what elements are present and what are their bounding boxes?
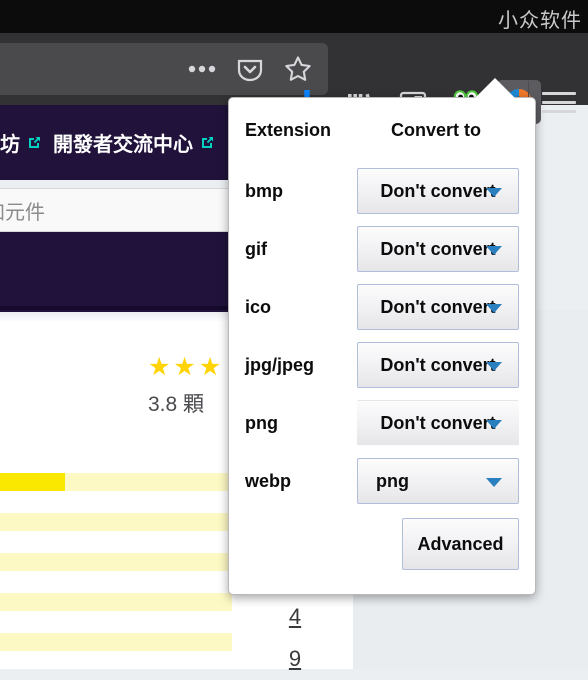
rating-bar-row [0, 593, 232, 611]
chevron-down-icon [486, 188, 502, 197]
rating-count-link[interactable]: 9 [275, 638, 315, 680]
star-icon: ★ [148, 353, 171, 381]
conversion-row-webp: webp png [229, 452, 535, 510]
watermark-text: 小众软件 [498, 10, 582, 32]
browser-titlebar: 小众软件 [0, 0, 588, 33]
advanced-row: Advanced [229, 510, 535, 570]
conversion-row-jpg: jpg/jpeg Don't convert [229, 336, 535, 394]
convert-to-value-png: Don't convert [380, 412, 496, 433]
star-icon: ★ [198, 353, 222, 381]
popup-pointer-arrow [474, 78, 516, 99]
extension-label-jpg: jpg/jpeg [245, 354, 314, 375]
site-nav-link-1-label: 坊 [0, 134, 20, 156]
convert-to-select-bmp[interactable]: Don't convert [357, 168, 519, 214]
convert-to-value-bmp: Don't convert [380, 180, 496, 201]
convert-to-select-jpg[interactable]: Don't convert [357, 342, 519, 388]
popup-header-row: Extension Convert to [229, 98, 535, 162]
url-address-bar[interactable] [0, 43, 328, 95]
rating-bar-row [0, 473, 232, 491]
rating-count-column: 4 9 [275, 596, 315, 680]
convert-to-select-gif[interactable]: Don't convert [357, 226, 519, 272]
extension-label-bmp: bmp [245, 180, 283, 201]
rating-bar-row [0, 513, 232, 531]
chevron-down-icon [486, 362, 502, 371]
external-link-icon [199, 134, 216, 151]
image-converter-popup-panel: Extension Convert to bmp Don't convert g… [228, 97, 536, 595]
site-nav-link-1[interactable]: 坊 [0, 128, 43, 157]
search-input[interactable]: 找附加元件 [0, 188, 230, 232]
conversion-row-png: png Don't convert [229, 394, 535, 452]
convert-to-select-webp[interactable]: png [357, 458, 519, 504]
rating-bar-fill [0, 473, 65, 491]
rating-distribution [0, 473, 232, 673]
conversion-row-ico: ico Don't convert [229, 278, 535, 336]
overflow-menu-icon[interactable] [182, 49, 222, 89]
conversion-row-bmp: bmp Don't convert [229, 162, 535, 220]
extension-label-webp: webp [245, 470, 292, 491]
conversion-row-gif: gif Don't convert [229, 220, 535, 278]
column-header-extension: Extension [245, 119, 332, 140]
extension-label-gif: gif [245, 238, 267, 259]
convert-to-value-ico: Don't convert [380, 296, 496, 317]
convert-to-select-png[interactable]: Don't convert [357, 400, 519, 446]
convert-to-select-ico[interactable]: Don't convert [357, 284, 519, 330]
rating-bar-row [0, 553, 232, 571]
search-input-placeholder: 找附加元件 [0, 201, 45, 224]
extension-label-png: png [245, 412, 278, 433]
rating-count-link[interactable]: 4 [275, 596, 315, 638]
convert-to-value-webp: png [376, 470, 409, 491]
convert-to-value-jpg: Don't convert [380, 354, 496, 375]
hamburger-menu-icon[interactable] [542, 81, 576, 123]
hamburger-line [542, 109, 576, 113]
star-icon: ★ [173, 353, 196, 381]
extension-label-ico: ico [245, 296, 272, 317]
convert-to-value-gif: Don't convert [380, 238, 496, 259]
pocket-icon[interactable] [230, 49, 270, 89]
external-link-icon [26, 134, 43, 151]
rating-bar-row [0, 633, 232, 651]
chevron-down-icon [486, 478, 502, 487]
site-nav-link-2-label: 開發者交流中心 [53, 134, 193, 156]
chevron-down-icon [486, 420, 502, 429]
hamburger-line [542, 91, 576, 95]
advanced-button[interactable]: Advanced [402, 518, 519, 570]
column-header-convert-to: Convert to [391, 119, 481, 140]
chevron-down-icon [486, 246, 502, 255]
hamburger-line [542, 100, 576, 104]
site-nav-link-2[interactable]: 開發者交流中心 [53, 128, 216, 157]
chevron-down-icon [486, 304, 502, 313]
